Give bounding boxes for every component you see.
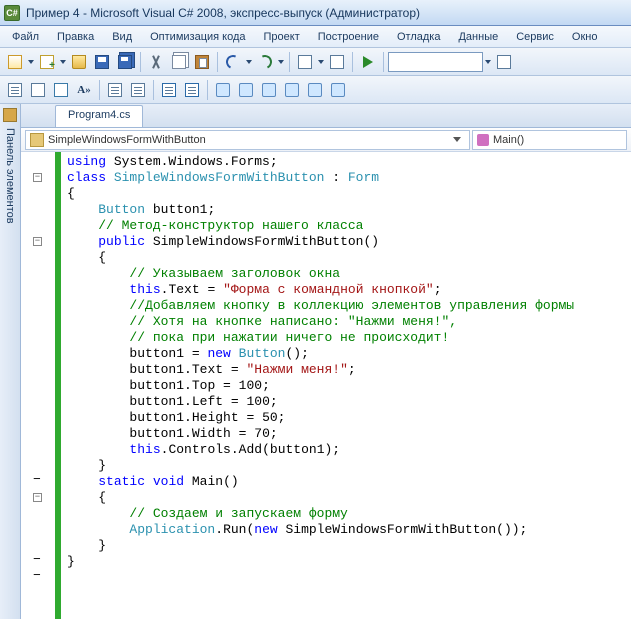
method-icon: [477, 134, 489, 146]
app-icon: C#: [4, 5, 20, 21]
toolbar-separator: [153, 80, 154, 100]
undo-dropdown[interactable]: [245, 51, 253, 73]
display-params-button[interactable]: [27, 79, 49, 101]
toolbar-separator: [140, 52, 141, 72]
member-navigator[interactable]: Main(): [472, 130, 627, 150]
undo-button[interactable]: [222, 51, 244, 73]
display-objects-button[interactable]: [4, 79, 26, 101]
nav-fwd-button[interactable]: [326, 51, 348, 73]
menu-edit[interactable]: Правка: [49, 29, 102, 45]
code-nav-bar: SimpleWindowsFormWithButton Main(): [21, 128, 631, 152]
bookmark-next-folder-button[interactable]: [304, 79, 326, 101]
class-navigator-text: SimpleWindowsFormWithButton: [48, 134, 206, 146]
menu-project[interactable]: Проект: [256, 29, 308, 45]
redo-dropdown[interactable]: [277, 51, 285, 73]
change-indicator: [55, 152, 61, 619]
menu-file[interactable]: Файл: [4, 29, 47, 45]
display-quickinfo-button[interactable]: A»: [73, 79, 95, 101]
toolbar-standard: [0, 48, 631, 76]
editor-area: Program4.cs SimpleWindowsFormWithButton …: [21, 104, 631, 619]
start-debug-button[interactable]: [357, 51, 379, 73]
toolbar-separator: [217, 52, 218, 72]
toolbar-text-editor: A»: [0, 76, 631, 104]
redo-button[interactable]: [254, 51, 276, 73]
add-item-button[interactable]: [36, 51, 58, 73]
code-editor[interactable]: − −: [21, 152, 631, 619]
chevron-down-icon: [449, 137, 465, 142]
bookmark-clear-button[interactable]: [327, 79, 349, 101]
window-title: Пример 4 - Microsoft Visual C# 2008, экс…: [26, 6, 420, 20]
document-tab[interactable]: Program4.cs: [55, 105, 143, 127]
solution-config-dropdown[interactable]: [484, 51, 492, 73]
toolbar-separator: [207, 80, 208, 100]
bookmark-next-button[interactable]: [258, 79, 280, 101]
save-all-button[interactable]: [114, 51, 136, 73]
increase-indent-button[interactable]: [127, 79, 149, 101]
menu-debug[interactable]: Отладка: [389, 29, 448, 45]
add-item-dropdown[interactable]: [59, 51, 67, 73]
cut-button[interactable]: [145, 51, 167, 73]
bookmark-prev-button[interactable]: [235, 79, 257, 101]
menu-bar: Файл Правка Вид Оптимизация кода Проект …: [0, 26, 631, 48]
toolbar-separator: [99, 80, 100, 100]
outline-column: − −: [33, 152, 42, 584]
toolbar-separator: [289, 52, 290, 72]
copy-button[interactable]: [168, 51, 190, 73]
member-navigator-text: Main(): [493, 134, 524, 146]
toolbox-label: Панель элементов: [4, 128, 16, 224]
bookmark-prev-folder-button[interactable]: [281, 79, 303, 101]
menu-window[interactable]: Окно: [564, 29, 606, 45]
toolbar-separator: [352, 52, 353, 72]
toolbar-separator: [383, 52, 384, 72]
toolbox-sidebar[interactable]: Панель элементов: [0, 104, 21, 619]
find-button[interactable]: [493, 51, 515, 73]
menu-optimize-code[interactable]: Оптимизация кода: [142, 29, 253, 45]
new-project-dropdown[interactable]: [27, 51, 35, 73]
new-project-button[interactable]: [4, 51, 26, 73]
code-content[interactable]: using System.Windows.Forms; class Simple…: [61, 152, 580, 619]
window-titlebar: C# Пример 4 - Microsoft Visual C# 2008, …: [0, 0, 631, 26]
menu-tools[interactable]: Сервис: [508, 29, 562, 45]
class-navigator[interactable]: SimpleWindowsFormWithButton: [25, 130, 470, 150]
document-tabbar: Program4.cs: [21, 104, 631, 128]
menu-data[interactable]: Данные: [450, 29, 506, 45]
paste-button[interactable]: [191, 51, 213, 73]
comment-out-button[interactable]: [158, 79, 180, 101]
menu-build[interactable]: Построение: [310, 29, 387, 45]
fold-toggle[interactable]: −: [33, 493, 42, 502]
fold-toggle[interactable]: −: [33, 237, 42, 246]
bookmark-toggle-button[interactable]: [212, 79, 234, 101]
nav-back-button[interactable]: [294, 51, 316, 73]
solution-config-combo[interactable]: [388, 52, 483, 72]
workspace: Панель элементов Program4.cs SimpleWindo…: [0, 104, 631, 619]
nav-back-dropdown[interactable]: [317, 51, 325, 73]
display-word-button[interactable]: [50, 79, 72, 101]
fold-toggle[interactable]: −: [33, 173, 42, 182]
open-button[interactable]: [68, 51, 90, 73]
editor-gutter: − −: [21, 152, 61, 619]
save-button[interactable]: [91, 51, 113, 73]
toolbox-icon: [3, 108, 17, 122]
decrease-indent-button[interactable]: [104, 79, 126, 101]
menu-view[interactable]: Вид: [104, 29, 140, 45]
class-icon: [30, 133, 44, 147]
uncomment-button[interactable]: [181, 79, 203, 101]
